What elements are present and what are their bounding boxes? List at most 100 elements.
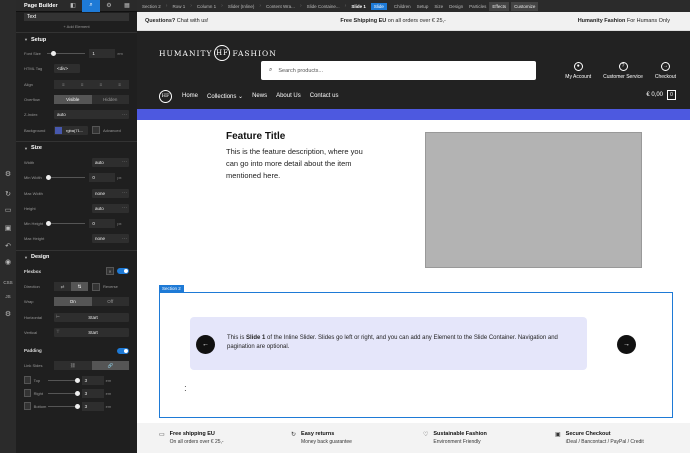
align-left-icon[interactable]: ≡ bbox=[54, 79, 73, 89]
history-icon[interactable]: ↻ bbox=[3, 190, 13, 200]
size-section-header[interactable]: ▼ Size bbox=[16, 140, 137, 155]
slider-knob[interactable] bbox=[74, 377, 80, 383]
wrap-off-button[interactable]: Off bbox=[91, 297, 129, 307]
add-element-button[interactable]: + Add Element bbox=[16, 24, 137, 32]
text-element-field[interactable]: Text bbox=[24, 13, 129, 21]
overflow-visible-button[interactable]: Visible bbox=[54, 95, 92, 105]
align-right-icon[interactable]: ≡ bbox=[91, 79, 111, 89]
checkout-link[interactable]: → Checkout bbox=[655, 62, 676, 80]
font-size-slider[interactable]: 1 em bbox=[47, 49, 129, 59]
breadcrumb-slide-1[interactable]: Slide 1 bbox=[346, 4, 371, 9]
breadcrumb-slide-container[interactable]: Slide Containe... bbox=[302, 4, 345, 9]
slider-next-button[interactable]: → bbox=[617, 335, 636, 354]
padding-top-value[interactable]: 3 bbox=[81, 375, 104, 385]
preview-icon[interactable]: ◉ bbox=[3, 258, 13, 268]
more-icon[interactable]: ··· bbox=[122, 112, 127, 118]
slider-knob[interactable] bbox=[46, 175, 52, 181]
reverse-checkbox[interactable] bbox=[92, 282, 100, 291]
js-icon[interactable]: JS bbox=[3, 292, 13, 302]
breadcrumb-slider[interactable]: Slider (Inline) bbox=[223, 4, 260, 9]
vertical-select[interactable]: ⊤ Start bbox=[54, 327, 129, 337]
min-height-slider[interactable]: 0 px bbox=[46, 219, 129, 229]
announce-questions[interactable]: Questions? Chat with us! bbox=[145, 18, 209, 24]
my-account-link[interactable]: ● My Account bbox=[565, 62, 591, 80]
unlink-icon[interactable]: ⛓ bbox=[54, 361, 92, 371]
layout-icon[interactable]: ◧ bbox=[64, 0, 82, 12]
align-justify-icon[interactable]: ≡ bbox=[110, 79, 129, 89]
tab-design[interactable]: Design bbox=[446, 4, 466, 9]
settings-icon[interactable]: ⚙ bbox=[3, 310, 13, 320]
slider-knob[interactable] bbox=[51, 51, 57, 57]
direction-row-icon[interactable]: ⇄ bbox=[54, 282, 71, 291]
undo-icon[interactable]: ↶ bbox=[3, 242, 13, 252]
nav-item-home[interactable]: Home bbox=[182, 93, 198, 99]
elements-icon[interactable]: ⚙ bbox=[3, 170, 13, 180]
slider-pagination[interactable]: · · bbox=[184, 383, 187, 395]
overflow-hidden-button[interactable]: Hidden bbox=[91, 95, 129, 105]
padding-top-slider[interactable]: 3 em bbox=[47, 375, 129, 385]
padding-toggle[interactable] bbox=[117, 347, 129, 354]
tab-size[interactable]: Size bbox=[431, 4, 446, 9]
slide-1[interactable]: This is Slide 1 of the Inline Slider. Sl… bbox=[190, 317, 587, 370]
min-height-value[interactable]: 0 bbox=[89, 219, 116, 229]
desktop-icon[interactable]: ▭ bbox=[3, 206, 13, 216]
padding-right-value[interactable]: 3 bbox=[81, 388, 104, 398]
tab-customize[interactable]: Customize bbox=[511, 1, 539, 11]
min-width-value[interactable]: 0 bbox=[89, 173, 116, 183]
grid-icon[interactable]: ▦ bbox=[118, 0, 136, 12]
direction-column-icon[interactable]: ⇅ bbox=[71, 282, 88, 291]
nav-item-about[interactable]: About Us bbox=[276, 93, 301, 99]
link-icon[interactable]: 🔗 bbox=[91, 361, 129, 371]
breadcrumb-content-wrapper[interactable]: Content Wra... bbox=[261, 4, 300, 9]
wrap-on-button[interactable]: On bbox=[54, 297, 92, 307]
fullscreen-icon[interactable]: ▣ bbox=[3, 224, 13, 234]
tab-setup[interactable]: Setup bbox=[414, 4, 432, 9]
slider-knob[interactable] bbox=[46, 221, 52, 227]
nav-item-news[interactable]: News bbox=[252, 93, 267, 99]
padding-right-slider[interactable]: 3 em bbox=[47, 388, 129, 398]
search-icon[interactable]: ⌕ bbox=[82, 0, 100, 12]
background-color-field[interactable]: rgba(71... bbox=[54, 125, 88, 135]
height-input[interactable]: auto ··· bbox=[92, 203, 129, 213]
cart-button[interactable]: € 0,00 0 bbox=[646, 90, 676, 100]
max-height-input[interactable]: none ··· bbox=[92, 234, 129, 244]
breadcrumb-column-1[interactable]: Column 1 bbox=[192, 4, 221, 9]
tab-children[interactable]: Children bbox=[391, 4, 414, 9]
slider-knob[interactable] bbox=[74, 390, 80, 396]
slider-prev-button[interactable]: ← bbox=[196, 335, 215, 354]
align-options[interactable]: ≡ ≡ ≡ ≡ bbox=[54, 79, 129, 89]
tab-particles[interactable]: Particles bbox=[466, 4, 489, 9]
align-center-icon[interactable]: ≡ bbox=[72, 79, 92, 89]
horizontal-select[interactable]: ⊢ Start bbox=[54, 312, 129, 322]
flexbox-toggle[interactable] bbox=[117, 268, 129, 275]
min-width-slider[interactable]: 0 px bbox=[46, 173, 129, 183]
setup-section-header[interactable]: ▼ Setup bbox=[16, 32, 137, 46]
color-swatch[interactable] bbox=[55, 126, 62, 134]
customer-service-link[interactable]: ? Customer Service bbox=[603, 62, 643, 80]
advanced-checkbox[interactable] bbox=[92, 126, 100, 135]
site-logo[interactable]: HUMANITY HF FASHION bbox=[159, 45, 277, 61]
design-section-header[interactable]: ▼ Design bbox=[16, 249, 137, 264]
css-icon[interactable]: CSS bbox=[3, 278, 13, 288]
nav-item-contact[interactable]: Contact us bbox=[310, 93, 339, 99]
search-input[interactable]: ⌕ Search products... bbox=[261, 61, 536, 80]
slider-knob[interactable] bbox=[74, 403, 80, 409]
padding-bottom-slider[interactable]: 3 em bbox=[47, 401, 129, 411]
zindex-input[interactable]: auto ··· bbox=[54, 110, 129, 120]
more-icon[interactable]: ··· bbox=[122, 205, 127, 211]
max-width-input[interactable]: none ··· bbox=[92, 188, 129, 198]
breadcrumb-section-2[interactable]: Section 2 bbox=[137, 4, 166, 9]
section-2[interactable]: Section 2 This is Slide 1 of the Inline … bbox=[159, 285, 673, 418]
flex-clear-icon[interactable]: ✕ bbox=[106, 267, 114, 276]
font-size-value[interactable]: 1 bbox=[89, 49, 116, 59]
tab-effects[interactable]: Effects bbox=[489, 1, 510, 11]
width-input[interactable]: auto ··· bbox=[92, 157, 129, 167]
more-icon[interactable]: ··· bbox=[122, 159, 127, 165]
more-icon[interactable]: ··· bbox=[122, 236, 127, 242]
breadcrumb-row-1[interactable]: Row 1 bbox=[167, 4, 190, 9]
nav-item-collections[interactable]: Collections ⌄ bbox=[207, 93, 243, 100]
html-tag-select[interactable]: <div> bbox=[54, 64, 80, 74]
gear-icon[interactable]: ⚙ bbox=[100, 0, 118, 12]
home-logo-icon[interactable]: HF bbox=[159, 89, 172, 103]
more-icon[interactable]: ··· bbox=[122, 190, 127, 196]
